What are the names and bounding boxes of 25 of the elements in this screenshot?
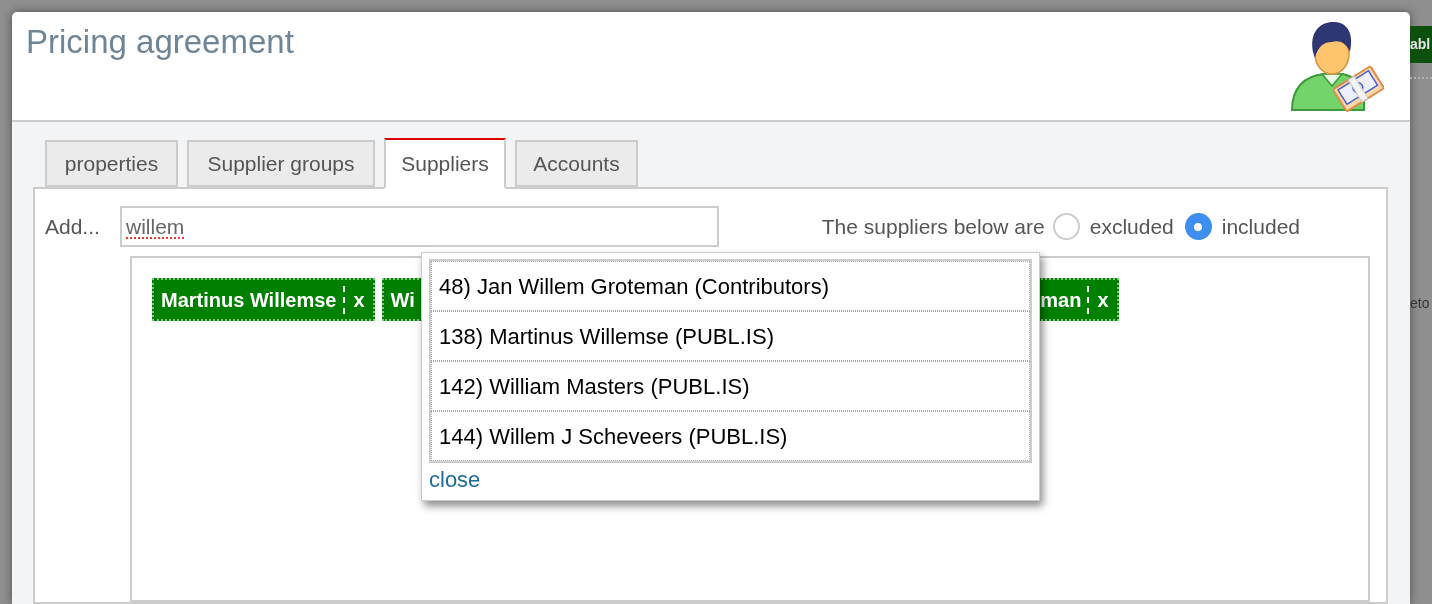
dialog-title: Pricing agreement <box>25 22 294 62</box>
suggestion-item[interactable]: 144) Willem J Scheveers (PUBL.IS) <box>431 411 1030 461</box>
add-supplier-field[interactable]: willem <box>120 206 719 247</box>
background-text: eto <box>1410 294 1431 313</box>
suggestion-item[interactable]: 48) Jan Willem Groteman (Contributors) <box>431 261 1030 311</box>
close-link[interactable]: close <box>429 466 481 494</box>
suggestion-item[interactable]: 142) William Masters (PUBL.IS) <box>431 361 1030 411</box>
field-value: willem <box>126 213 185 240</box>
radio-button[interactable] <box>1052 213 1080 240</box>
tab[interactable]: Supplier groups <box>187 140 375 187</box>
tag-label: man <box>1039 287 1083 313</box>
background-button[interactable]: abl <box>1410 26 1432 63</box>
radio-label[interactable]: included <box>1221 210 1300 243</box>
add-label: Add... <box>45 213 101 240</box>
suggestion-item[interactable]: 138) Martinus Willemse (PUBL.IS) <box>431 311 1030 361</box>
tag-label: Wi <box>389 287 416 313</box>
remove-tag-button[interactable]: x <box>345 280 373 319</box>
radio-label[interactable]: excluded <box>1089 210 1174 243</box>
tag-label: Martinus Willemse <box>160 287 338 313</box>
remove-tag-button[interactable]: x <box>1089 280 1117 319</box>
tab[interactable]: Accounts <box>515 140 638 187</box>
mode-label: The suppliers below are <box>821 213 1045 240</box>
tab[interactable]: properties <box>45 140 178 187</box>
radio-button[interactable] <box>1184 213 1212 240</box>
tab[interactable]: Suppliers <box>384 138 506 189</box>
